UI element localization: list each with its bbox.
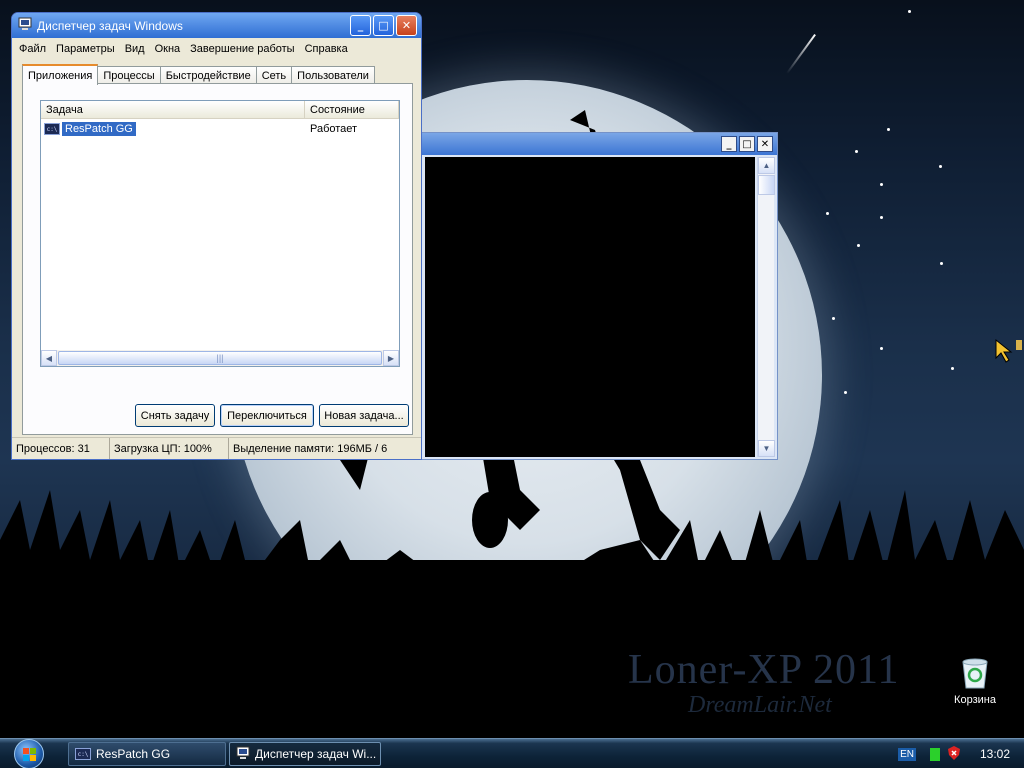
scroll-thumb[interactable] bbox=[758, 175, 775, 195]
task-list-header: Задача Состояние bbox=[41, 101, 399, 119]
new-task-button[interactable]: Новая задача... bbox=[319, 404, 409, 427]
scroll-up-icon[interactable]: ▲ bbox=[758, 157, 775, 174]
console-scrollbar[interactable]: ▲ ▼ bbox=[757, 157, 775, 457]
recycle-bin-shortcut[interactable]: Корзина bbox=[946, 656, 1004, 706]
close-button[interactable]: ✕ bbox=[757, 136, 773, 152]
switch-to-button[interactable]: Переключиться bbox=[220, 404, 314, 427]
taskbar-item-label: ResPatch GG bbox=[96, 747, 171, 761]
menu-file[interactable]: Файл bbox=[14, 43, 51, 55]
task-manager-titlebar[interactable]: Диспетчер задач Windows _ □ ✕ bbox=[12, 13, 421, 38]
security-shield-icon[interactable] bbox=[947, 745, 960, 763]
column-task[interactable]: Задача bbox=[41, 101, 305, 118]
wallpaper-watermark: Loner-XP 2011 bbox=[628, 647, 900, 693]
taskbar-item-respatch[interactable]: c:\ ResPatch GG bbox=[68, 742, 226, 766]
maximize-button[interactable]: □ bbox=[739, 136, 755, 152]
task-list[interactable]: Задача Состояние c:\ ResPatch GG Работае… bbox=[40, 100, 400, 367]
star bbox=[880, 347, 883, 350]
task-manager-window[interactable]: Диспетчер задач Windows _ □ ✕ Файл Парам… bbox=[11, 12, 422, 460]
maximize-button[interactable]: □ bbox=[373, 15, 394, 36]
system-tray: EN 13:02 bbox=[898, 739, 1024, 768]
scroll-down-icon[interactable]: ▼ bbox=[758, 440, 775, 457]
scroll-left-icon[interactable]: ◀ bbox=[41, 350, 57, 366]
menu-help[interactable]: Справка bbox=[300, 43, 353, 55]
close-button[interactable]: ✕ bbox=[396, 15, 417, 36]
tab-applications[interactable]: Приложения bbox=[22, 64, 99, 85]
scroll-thumb[interactable]: ||| bbox=[58, 351, 382, 365]
star bbox=[880, 216, 883, 219]
star bbox=[908, 10, 911, 13]
star bbox=[939, 165, 942, 168]
menu-options[interactable]: Параметры bbox=[51, 43, 120, 55]
console-app-icon: c:\ bbox=[44, 123, 60, 135]
menu-view[interactable]: Вид bbox=[120, 43, 150, 55]
menu-shutdown[interactable]: Завершение работы bbox=[185, 43, 299, 55]
star bbox=[880, 183, 883, 186]
horizontal-scrollbar[interactable]: ◀ ||| ▶ bbox=[41, 350, 399, 366]
clock[interactable]: 13:02 bbox=[980, 747, 1010, 761]
tab-strip: Приложения Процессы Быстродействие Сеть … bbox=[22, 64, 375, 85]
menu-bar: Файл Параметры Вид Окна Завершение работ… bbox=[12, 38, 421, 59]
status-processes: Процессов: 31 bbox=[12, 438, 110, 459]
console-app-icon: c:\ bbox=[75, 748, 91, 760]
status-cpu: Загрузка ЦП: 100% bbox=[110, 438, 229, 459]
wallpaper-watermark-sub: DreamLair.Net bbox=[688, 692, 832, 718]
column-status[interactable]: Состояние bbox=[305, 101, 399, 118]
star bbox=[832, 317, 835, 320]
console-window[interactable]: _ □ ✕ ▲ ▼ bbox=[420, 132, 778, 460]
task-name: ResPatch GG bbox=[62, 122, 136, 136]
scroll-right-icon[interactable]: ▶ bbox=[383, 350, 399, 366]
window-title: Диспетчер задач Windows bbox=[37, 18, 183, 33]
star bbox=[826, 212, 829, 215]
star bbox=[855, 150, 858, 153]
status-bar: Процессов: 31 Загрузка ЦП: 100% Выделени… bbox=[12, 437, 421, 459]
task-manager-icon bbox=[18, 17, 32, 34]
console-titlebar[interactable]: _ □ ✕ bbox=[421, 133, 777, 155]
star bbox=[857, 244, 860, 247]
star bbox=[951, 367, 954, 370]
taskbar-item-label: Диспетчер задач Wi... bbox=[255, 747, 377, 761]
task-manager-icon bbox=[236, 746, 250, 763]
star bbox=[887, 128, 890, 131]
minimize-button[interactable]: _ bbox=[721, 136, 737, 152]
windows-logo-icon bbox=[14, 739, 44, 768]
network-icon[interactable] bbox=[929, 747, 940, 761]
minimize-button[interactable]: _ bbox=[350, 15, 371, 36]
menu-windows[interactable]: Окна bbox=[150, 43, 186, 55]
end-task-button[interactable]: Снять задачу bbox=[135, 404, 215, 427]
recycle-bin-icon bbox=[960, 656, 990, 690]
meteor-wallpaper bbox=[786, 33, 816, 75]
star bbox=[940, 262, 943, 265]
language-indicator[interactable]: EN bbox=[898, 747, 916, 761]
applications-panel: Задача Состояние c:\ ResPatch GG Работае… bbox=[22, 83, 413, 435]
hourglass-cursor-icon bbox=[994, 338, 1024, 368]
start-button[interactable] bbox=[10, 739, 48, 768]
taskbar: c:\ ResPatch GG Диспетчер задач Wi... EN… bbox=[0, 738, 1024, 768]
recycle-bin-label: Корзина bbox=[954, 694, 996, 706]
table-row[interactable]: c:\ ResPatch GG Работает bbox=[41, 121, 399, 137]
status-memory: Выделение памяти: 196МБ / 6 bbox=[233, 442, 388, 455]
star bbox=[844, 391, 847, 394]
console-output[interactable] bbox=[425, 157, 755, 457]
task-status: Работает bbox=[310, 123, 358, 135]
taskbar-item-task-manager[interactable]: Диспетчер задач Wi... bbox=[229, 742, 381, 766]
